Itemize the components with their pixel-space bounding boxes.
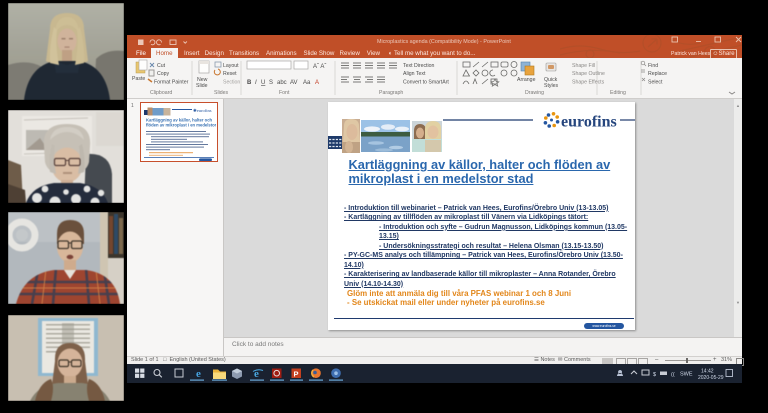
- svg-text:e: e: [196, 368, 201, 380]
- svg-text:Paragraph: Paragraph: [379, 90, 403, 96]
- svg-text:Copy: Copy: [157, 71, 170, 77]
- svg-text:Shape Effects: Shape Effects: [572, 80, 605, 86]
- svg-text:Align Text: Align Text: [403, 71, 426, 77]
- svg-text:AV: AV: [290, 80, 298, 86]
- svg-text:Shape Fill: Shape Fill: [572, 63, 595, 69]
- svg-text:Aˆ Aˇ: Aˆ Aˇ: [313, 64, 326, 70]
- svg-text:2020-05-29: 2020-05-29: [698, 375, 724, 381]
- svg-text:Find: Find: [648, 63, 658, 69]
- svg-text:Select: Select: [648, 80, 663, 86]
- svg-text:Aa: Aa: [303, 80, 311, 86]
- svg-text:Editing: Editing: [610, 90, 626, 96]
- svg-text:P: P: [294, 369, 299, 378]
- svg-text:Layout: Layout: [223, 63, 239, 69]
- svg-text:((: ((: [671, 372, 675, 378]
- svg-text:Cut: Cut: [157, 63, 166, 69]
- svg-text:Drawing: Drawing: [525, 90, 544, 96]
- svg-text:A: A: [315, 80, 319, 86]
- svg-text:flöden av mikroplast i en mede: flöden av mikroplast i en medelstor stad: [146, 123, 216, 128]
- svg-text:✺eurofins: ✺eurofins: [193, 108, 212, 113]
- svg-text:Slides: Slides: [214, 90, 229, 96]
- svg-text:$: $: [653, 372, 656, 378]
- svg-text:Shape Outline: Shape Outline: [572, 71, 605, 77]
- svg-text:Font: Font: [279, 90, 290, 96]
- svg-text:abc: abc: [277, 80, 287, 86]
- svg-text:I: I: [255, 80, 257, 86]
- svg-text:Slide: Slide: [196, 83, 208, 89]
- svg-text:Convert to SmartArt: Convert to SmartArt: [403, 80, 449, 86]
- svg-text:S: S: [269, 80, 273, 86]
- svg-text:U: U: [261, 80, 265, 86]
- svg-text:Replace: Replace: [648, 71, 667, 77]
- svg-text:B: B: [247, 80, 252, 86]
- svg-text:SWE: SWE: [680, 372, 693, 378]
- svg-text:Paste: Paste: [132, 76, 145, 82]
- svg-text:Arrange: Arrange: [517, 77, 536, 83]
- svg-text:14:42: 14:42: [701, 369, 714, 375]
- svg-text:eurofins: eurofins: [561, 114, 617, 131]
- svg-text:Reset: Reset: [223, 71, 237, 77]
- svg-text:Clipboard: Clipboard: [150, 90, 172, 96]
- svg-text:Styles: Styles: [544, 83, 559, 89]
- svg-text:Section: Section: [223, 80, 240, 86]
- svg-text:Text Direction: Text Direction: [403, 63, 435, 69]
- svg-text:Format Painter: Format Painter: [154, 80, 189, 86]
